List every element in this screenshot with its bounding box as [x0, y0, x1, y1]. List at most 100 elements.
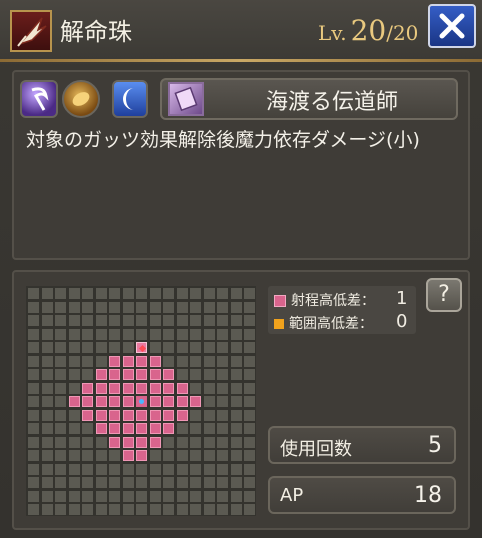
grid-cell: [217, 355, 228, 367]
grid-cell-range: [109, 436, 120, 448]
grid-cell: [41, 450, 53, 461]
grid-cell: [122, 288, 134, 299]
grid-cell: [28, 463, 39, 475]
grid-cell: [163, 477, 174, 488]
grid-cell: [149, 288, 161, 299]
grid-cell: [217, 477, 228, 488]
grid-cell: [55, 315, 66, 326]
grid-cell-range: [149, 409, 161, 421]
grid-cell: [217, 423, 228, 434]
grid-cell-range: [176, 409, 188, 421]
grid-cell-range: [82, 382, 93, 394]
grid-cell: [163, 342, 174, 353]
grid-cell: [176, 369, 188, 380]
grid-cell-range: [95, 409, 107, 421]
grid-cell: [28, 355, 39, 367]
grid-cell: [68, 382, 80, 394]
grid-cell: [68, 369, 80, 380]
grid-cell: [109, 463, 120, 475]
grid-cell: [190, 490, 201, 502]
grid-cell: [203, 382, 215, 394]
moon-icon: [112, 80, 148, 118]
grid-cell: [203, 369, 215, 380]
grid-cell: [163, 490, 174, 502]
grid-cell: [41, 382, 53, 394]
grid-cell: [190, 409, 201, 421]
grid-cell-range: [190, 396, 201, 407]
grid-cell: [203, 463, 215, 475]
grid-cell: [203, 504, 215, 515]
grid-cell-range: [136, 409, 147, 421]
grid-cell: [41, 409, 53, 421]
help-button[interactable]: ?: [426, 278, 462, 312]
grid-cell-range: [95, 382, 107, 394]
grid-cell: [109, 301, 120, 313]
grid-cell: [82, 328, 93, 340]
grid-cell-origin: [136, 342, 147, 353]
grid-cell: [55, 436, 66, 448]
grid-cell: [244, 463, 255, 475]
grid-cell-range: [122, 396, 134, 407]
grid-cell: [95, 342, 107, 353]
grid-cell-range: [149, 423, 161, 434]
grid-cell: [109, 450, 120, 461]
grid-cell: [41, 342, 53, 353]
grid-cell: [217, 450, 228, 461]
grid-cell: [217, 288, 228, 299]
grid-cell: [136, 288, 147, 299]
grid-cell: [82, 490, 93, 502]
grid-cell-range: [149, 355, 161, 367]
grid-cell-range: [68, 396, 80, 407]
grid-cell: [95, 477, 107, 488]
grid-cell: [136, 463, 147, 475]
grid-cell: [244, 477, 255, 488]
grid-cell: [55, 504, 66, 515]
grid-cell: [244, 342, 255, 353]
grid-cell: [82, 369, 93, 380]
grid-cell: [176, 328, 188, 340]
grid-cell-range: [95, 423, 107, 434]
grid-cell: [230, 409, 242, 421]
grid-cell: [68, 342, 80, 353]
grid-cell: [217, 463, 228, 475]
grid-cell: [217, 490, 228, 502]
grid-cell: [149, 490, 161, 502]
grid-cell: [176, 450, 188, 461]
grid-cell: [230, 423, 242, 434]
grid-cell: [176, 504, 188, 515]
grid-cell: [55, 423, 66, 434]
grid-cell: [163, 328, 174, 340]
grid-cell: [41, 477, 53, 488]
grid-cell: [149, 315, 161, 326]
grid-cell: [203, 450, 215, 461]
grid-cell: [176, 490, 188, 502]
grid-cell: [176, 463, 188, 475]
grid-cell: [55, 301, 66, 313]
grid-cell: [136, 490, 147, 502]
grid-cell-range: [149, 382, 161, 394]
grid-cell: [176, 436, 188, 448]
grid-cell: [95, 450, 107, 461]
grid-cell: [109, 490, 120, 502]
grid-cell: [28, 315, 39, 326]
grid-cell: [68, 409, 80, 421]
grid-cell: [176, 477, 188, 488]
grid-cell: [190, 423, 201, 434]
grid-cell: [41, 369, 53, 380]
grid-cell: [203, 436, 215, 448]
grid-cell: [244, 369, 255, 380]
close-button[interactable]: [428, 4, 476, 48]
range-height-value: 1: [396, 288, 408, 309]
grid-cell-range: [149, 436, 161, 448]
grid-cell-range: [109, 423, 120, 434]
grid-cell: [203, 301, 215, 313]
grid-cell: [41, 396, 53, 407]
grid-cell: [163, 355, 174, 367]
grid-cell: [149, 328, 161, 340]
grid-cell-range: [163, 409, 174, 421]
grid-cell: [68, 315, 80, 326]
grid-cell: [28, 301, 39, 313]
ap-box: AP 18: [268, 476, 456, 514]
grid-cell: [109, 504, 120, 515]
grid-cell-range: [136, 423, 147, 434]
